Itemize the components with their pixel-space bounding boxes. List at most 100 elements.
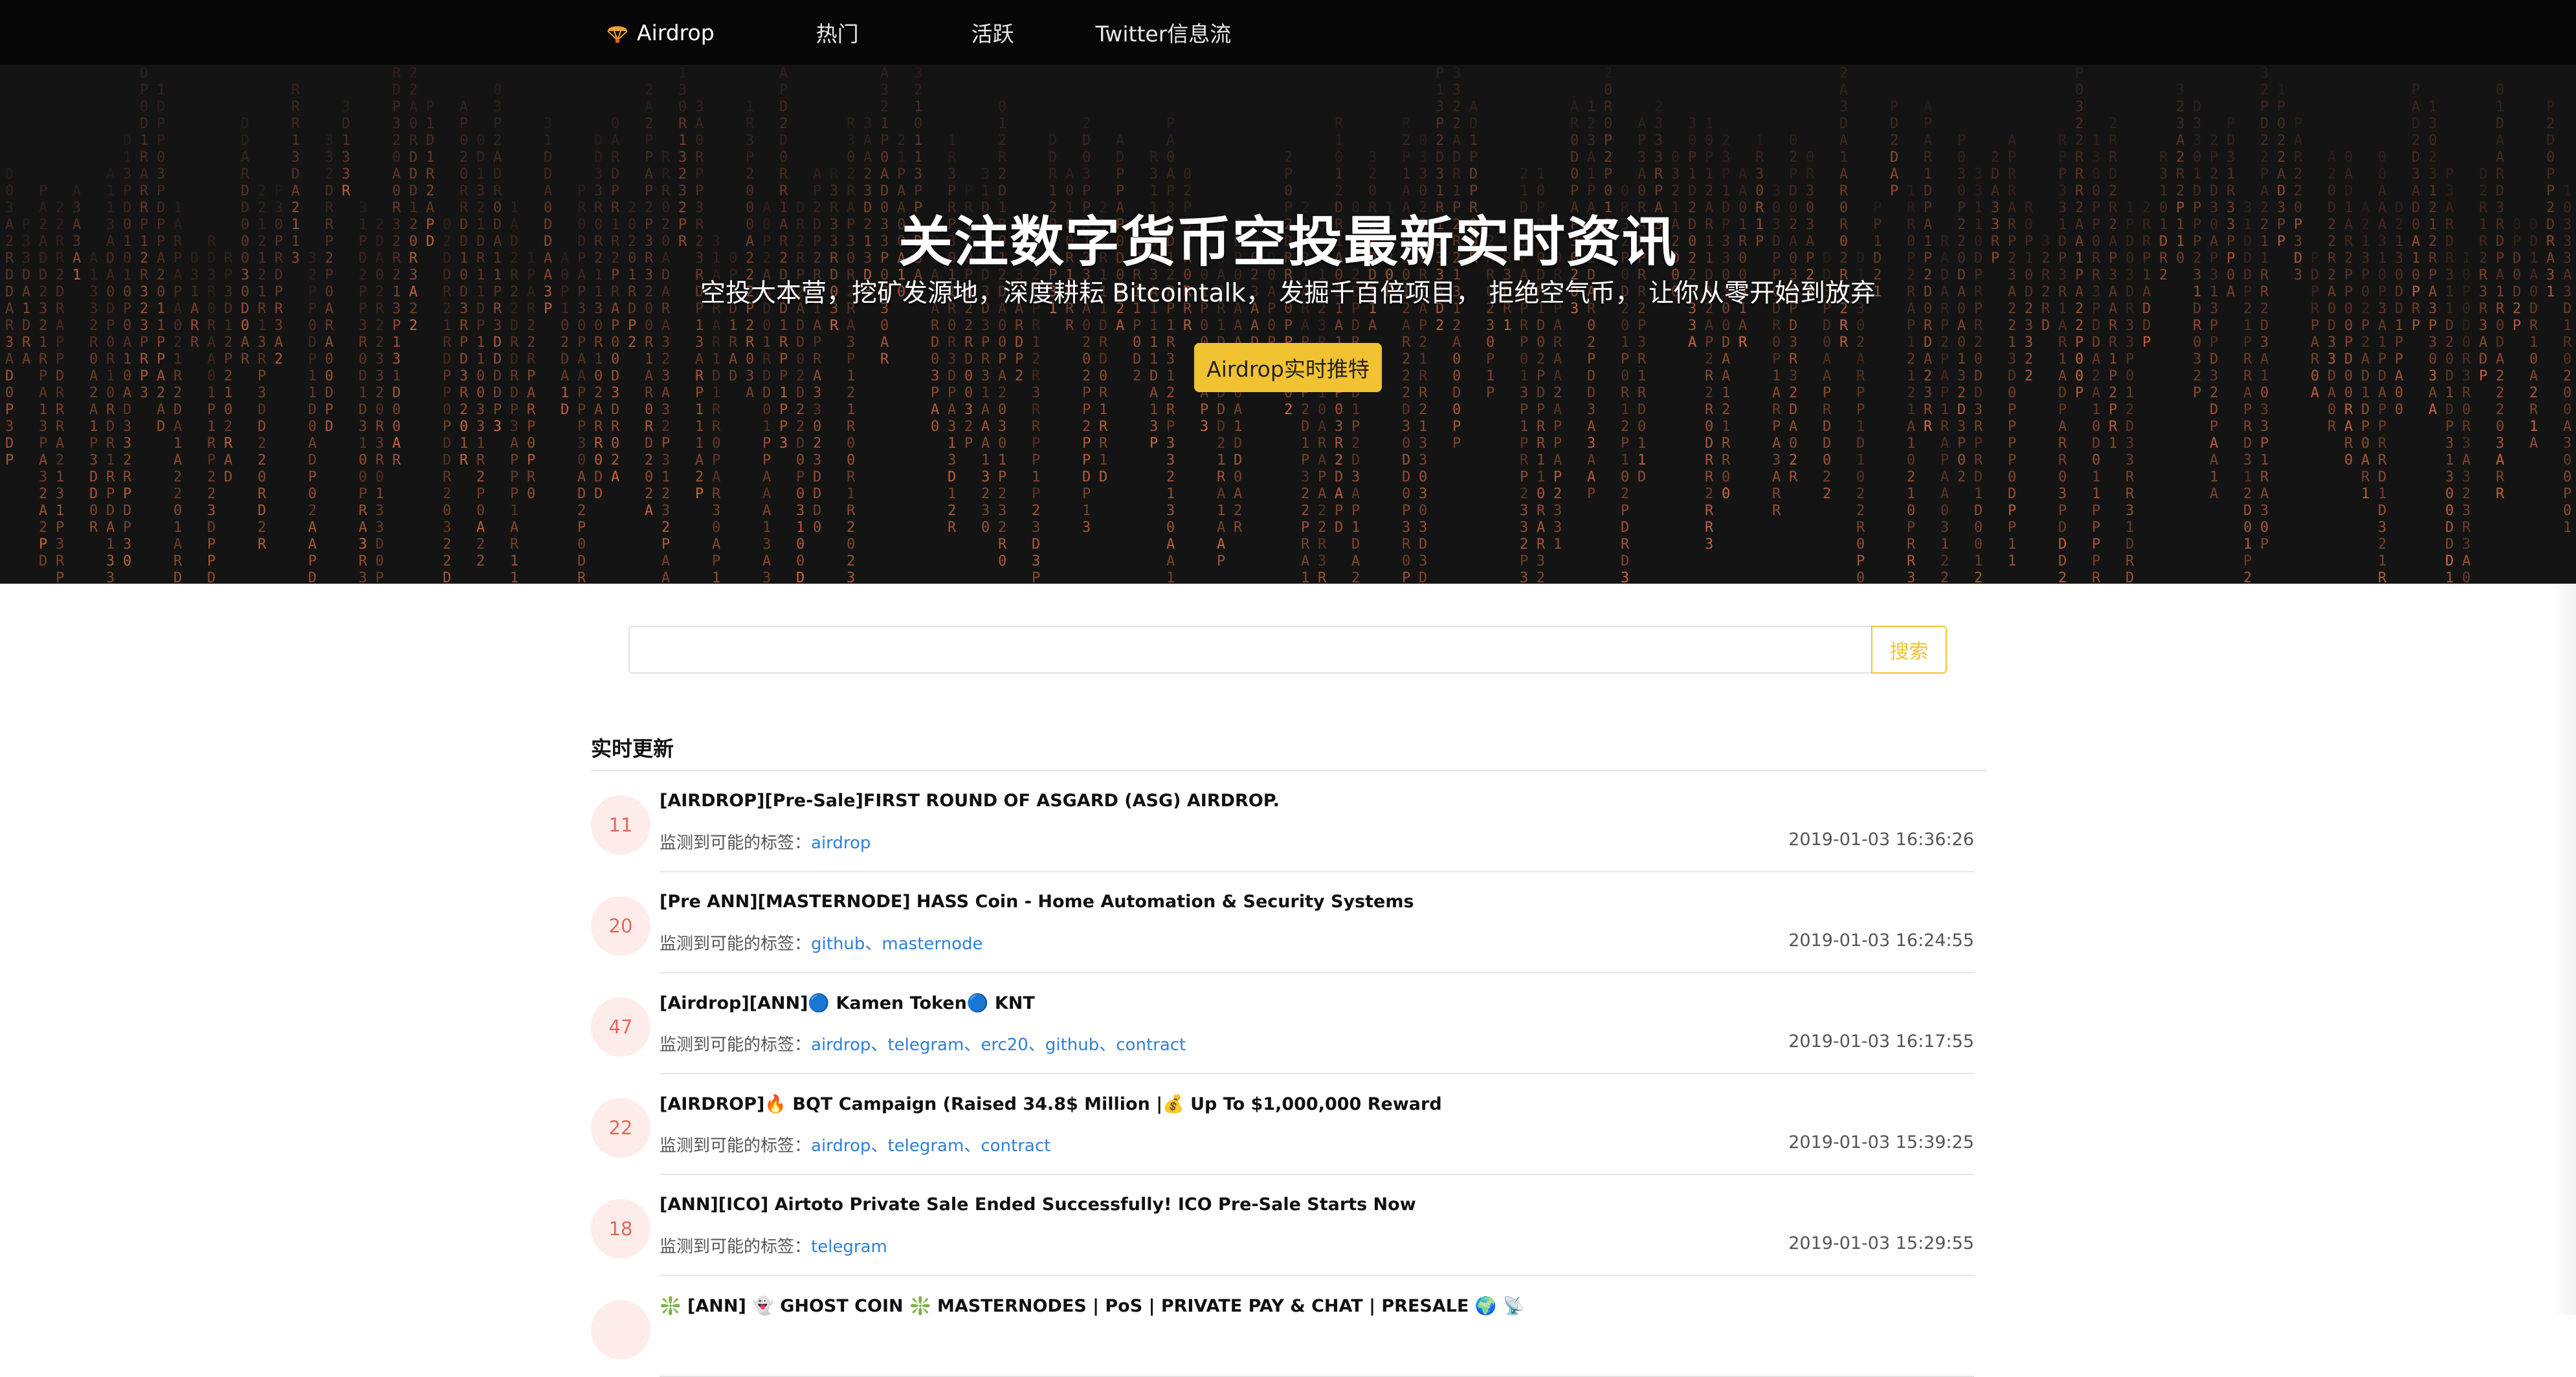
search-button[interactable]: 搜索 (1871, 626, 1947, 674)
rain-glyph: 1 (1486, 368, 1494, 384)
rain-glyph: A (1772, 385, 1781, 401)
brand-link[interactable]: Airdrop (606, 20, 715, 45)
rain-glyph: 1 (981, 385, 990, 401)
tag-link[interactable]: airdrop (811, 833, 871, 853)
list-item[interactable]: 18 [ANN][ICO] Airtoto Private Sale Ended … (591, 1175, 1974, 1276)
tag-link[interactable]: telegram (811, 1237, 887, 1257)
nav-link-twitter-feed[interactable]: Twitter信息流 (1096, 17, 1232, 48)
rain-glyph: D (1419, 536, 1427, 553)
rain-glyph: A (5, 351, 14, 368)
tag-link[interactable]: contract (981, 1136, 1050, 1156)
rain-glyph: R (645, 335, 654, 351)
rain-glyph: R (56, 385, 65, 401)
rain-glyph: D (1133, 351, 1141, 368)
rain-glyph: R (594, 435, 603, 452)
rain-glyph: A (981, 419, 990, 435)
item-title-link[interactable]: [Pre ANN][MASTERNODE] HASS Coin - Home A… (660, 892, 1414, 912)
search-input[interactable] (628, 626, 1871, 674)
tag-separator: 、 (871, 1035, 888, 1055)
rain-glyph: R (1638, 385, 1647, 401)
rain-glyph: 1 (1940, 402, 1949, 418)
rain-glyph: 3 (1772, 183, 1781, 199)
nav-link-active[interactable]: 活跃 (972, 17, 1014, 48)
list-item[interactable]: 11 [AIRDROP][Pre-Sale]FIRST ROUND OF ASGA… (591, 771, 1974, 872)
rain-glyph: R (661, 166, 671, 182)
rain-glyph: 2 (1856, 486, 1865, 502)
tag-link[interactable]: contract (1116, 1035, 1186, 1055)
rain-glyph: A (392, 166, 401, 182)
list-item[interactable]: 47 [Airdrop][ANN]🔵 Kamen Token🔵 KNT 监测到可能的… (591, 973, 1974, 1074)
rain-glyph: 2 (863, 166, 872, 182)
list-item[interactable]: ❇️ [ANN] 👻 GHOST COIN ❇️ MASTERNODES | P… (591, 1276, 1974, 1377)
rain-glyph: D (2327, 368, 2336, 384)
item-title-link[interactable]: [ANN][ICO] Airtoto Private Sale Ended Su… (660, 1195, 1416, 1215)
rain-glyph: 2 (1351, 435, 1360, 452)
rain-glyph: P (140, 368, 148, 384)
rain-glyph: 0 (1638, 183, 1646, 199)
item-title-link[interactable]: [Airdrop][ANN]🔵 Kamen Token🔵 KNT (660, 993, 1035, 1013)
rain-glyph: P (1789, 166, 1797, 182)
tag-link[interactable]: github (811, 934, 865, 954)
rain-glyph: 1 (2378, 486, 2386, 502)
rain-glyph: 1 (2361, 385, 2370, 401)
rain-glyph: 2 (258, 435, 266, 452)
rain-glyph: R (1419, 368, 1428, 384)
rain-glyph: A (1351, 486, 1360, 502)
tag-link[interactable]: telegram (887, 1035, 964, 1055)
rain-glyph: 1 (2563, 520, 2571, 536)
rain-glyph: 3 (2462, 435, 2471, 452)
item-title-link[interactable]: [AIRDROP]🔥 BQT Campaign (Raised 34.8$ Mi… (660, 1094, 1442, 1114)
airdrop-twitter-button[interactable]: Airdrop实时推特 (1194, 343, 1382, 392)
rain-glyph: 3 (1419, 435, 1427, 452)
rain-glyph: D (2260, 318, 2269, 334)
rain-glyph: 3 (2176, 116, 2184, 132)
rain-glyph: D (594, 149, 603, 166)
rain-glyph: 2 (2109, 183, 2117, 199)
rain-glyph: 2 (1722, 133, 1730, 149)
rain-glyph: P (493, 402, 502, 418)
rain-glyph: 3 (863, 183, 872, 199)
tag-link[interactable]: github (1045, 1035, 1099, 1055)
rain-glyph: 2 (1621, 419, 1629, 435)
nav-link-hot[interactable]: 热门 (816, 17, 859, 48)
rain-glyph: R (22, 335, 31, 351)
list-item[interactable]: 22 [AIRDROP]🔥 BQT Campaign (Raised 34.8$ … (591, 1074, 1974, 1175)
rain-glyph: 2 (274, 351, 283, 368)
tag-link[interactable]: airdrop (811, 1035, 871, 1055)
rain-glyph: 1 (1469, 133, 1478, 149)
rain-glyph: R (1772, 486, 1781, 502)
rain-glyph: D (510, 351, 518, 368)
tag-link[interactable]: telegram (887, 1136, 964, 1156)
rain-glyph: 1 (426, 149, 434, 166)
tag-link[interactable]: airdrop (811, 1136, 871, 1156)
rain-glyph: 1 (2445, 452, 2454, 468)
rain-glyph: 2 (2260, 149, 2269, 166)
rain-glyph: P (1705, 335, 1713, 351)
brand-label: Airdrop (637, 19, 715, 45)
rain-glyph: 3 (2462, 469, 2471, 485)
rain-glyph: D (1621, 553, 1629, 569)
rain-glyph: R (1839, 335, 1849, 351)
rain-glyph: 3 (678, 82, 687, 98)
rain-glyph: 1 (1351, 402, 1360, 418)
tag-link[interactable]: erc20 (981, 1035, 1028, 1055)
rain-glyph: R (510, 335, 519, 351)
item-title-link[interactable]: ❇️ [ANN] 👻 GHOST COIN ❇️ MASTERNODES | P… (660, 1295, 1524, 1316)
rain-glyph: 0 (476, 385, 485, 401)
item-title-link[interactable]: [AIRDROP][Pre-Sale]FIRST ROUND OF ASGARD… (660, 791, 1280, 811)
list-item[interactable]: 20 [Pre ANN][MASTERNODE] HASS Coin - Home… (591, 872, 1974, 973)
tag-link[interactable]: masternode (882, 934, 983, 954)
rain-glyph: P (157, 116, 165, 132)
rain-glyph: 0 (998, 99, 1006, 115)
rain-glyph: 3 (2193, 116, 2201, 132)
rain-glyph: 1 (2092, 486, 2100, 502)
rain-glyph: R (1940, 419, 1949, 435)
rain-glyph: 2 (1032, 351, 1040, 368)
rain-glyph: R (1974, 452, 1983, 468)
rain-glyph: P (1486, 385, 1494, 401)
rain-glyph: P (157, 351, 165, 368)
rain-glyph: A (2395, 368, 2403, 384)
rain-glyph: D (2058, 553, 2067, 569)
rain-glyph: 1 (1419, 351, 1427, 368)
rain-glyph: R (1722, 435, 1731, 452)
